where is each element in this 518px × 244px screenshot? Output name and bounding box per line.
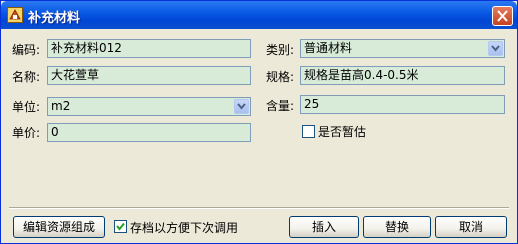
category-select-value: 普通材料 [304, 41, 353, 55]
unit-dropdown-button[interactable] [234, 99, 249, 114]
unit-select[interactable]: m2 [47, 97, 251, 116]
spec-field[interactable]: 规格是苗高0.4-0.5米 [300, 66, 505, 85]
edit-resources-button[interactable]: 编辑资源组成 [13, 216, 105, 238]
provisional-label[interactable]: 是否暂估 [318, 123, 366, 140]
checkmark-icon [116, 222, 125, 231]
replace-button[interactable]: 替换 [363, 216, 431, 238]
content-field[interactable]: 25 [300, 95, 505, 114]
dialog-window: 补充材料 编码: 补充材料012 名称: 大花萱草 单位: m2 单价: 0 类… [0, 0, 518, 244]
content-label: 含量: [266, 99, 295, 113]
save-default-checkbox[interactable] [114, 220, 127, 233]
window-title: 补充材料 [28, 11, 81, 26]
chevron-down-icon [491, 45, 500, 52]
name-label: 名称: [12, 70, 41, 84]
category-dropdown-button[interactable] [488, 41, 503, 56]
code-label: 编码: [12, 43, 41, 57]
name-field[interactable]: 大花萱草 [47, 66, 251, 85]
cancel-button[interactable]: 取消 [435, 216, 507, 238]
unit-label: 单位: [12, 100, 41, 114]
save-default-label[interactable]: 存档以方便下次调用 [130, 219, 238, 236]
code-field[interactable]: 补充材料012 [47, 39, 251, 58]
category-select[interactable]: 普通材料 [300, 39, 505, 58]
category-label: 类别: [266, 43, 295, 57]
close-button[interactable] [492, 6, 513, 26]
chevron-down-icon [237, 103, 246, 110]
insert-button[interactable]: 插入 [289, 216, 359, 238]
unit-select-value: m2 [51, 99, 71, 113]
footer-separator [9, 207, 509, 209]
close-icon [497, 10, 508, 22]
app-icon [7, 7, 23, 23]
price-label: 单价: [12, 126, 41, 140]
spec-label: 规格: [266, 70, 295, 84]
provisional-checkbox[interactable] [302, 125, 315, 138]
title-bar[interactable]: 补充材料 [1, 1, 517, 29]
price-field[interactable]: 0 [47, 123, 251, 142]
